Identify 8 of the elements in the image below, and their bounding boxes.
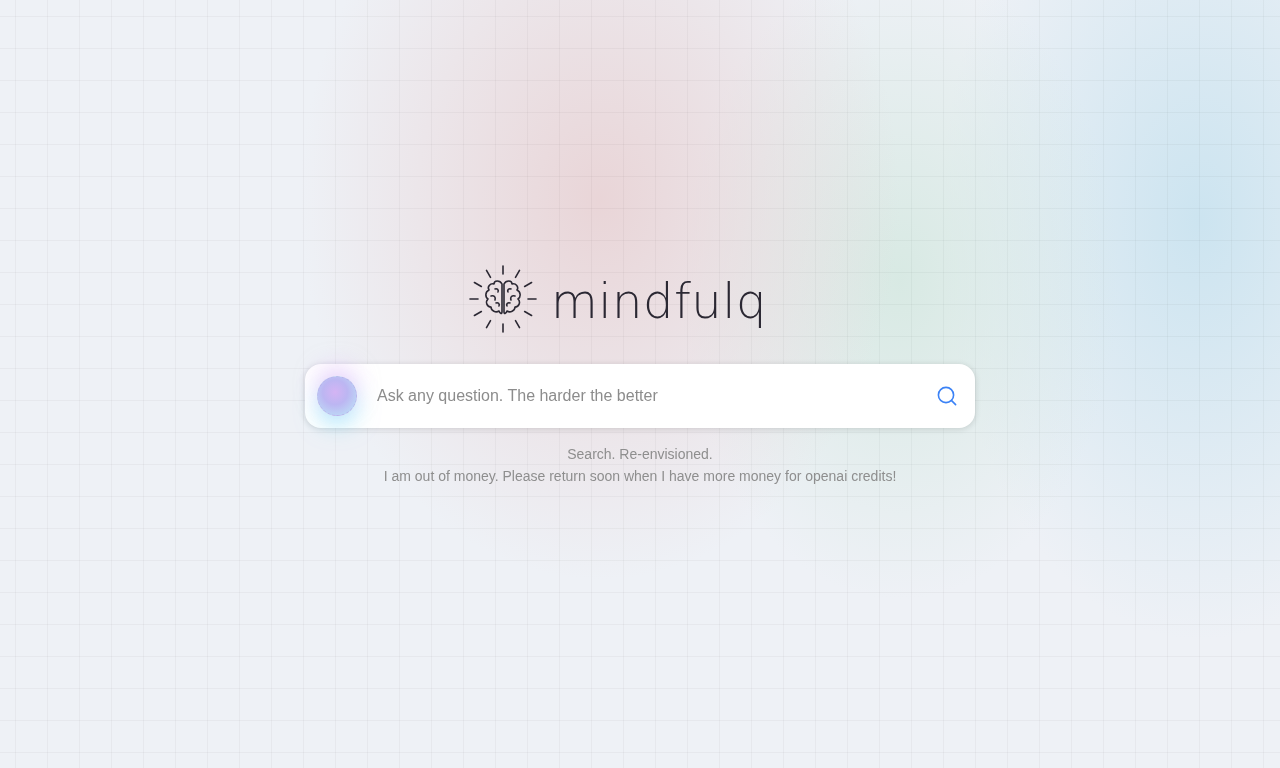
search-input[interactable]: Ask any question. The harder the better (377, 385, 917, 407)
logo-wordmark: mindfulq (550, 272, 768, 331)
brain-icon (468, 265, 537, 333)
tagline-text: Search. Re-envisioned. (567, 445, 713, 464)
search-field[interactable]: Ask any question. The harder the better (305, 364, 975, 428)
orb-icon (317, 376, 357, 416)
search-icon[interactable] (937, 386, 957, 406)
notice-text: I am out of money. Please return soon when I have more money for openai credits! (383, 467, 897, 486)
